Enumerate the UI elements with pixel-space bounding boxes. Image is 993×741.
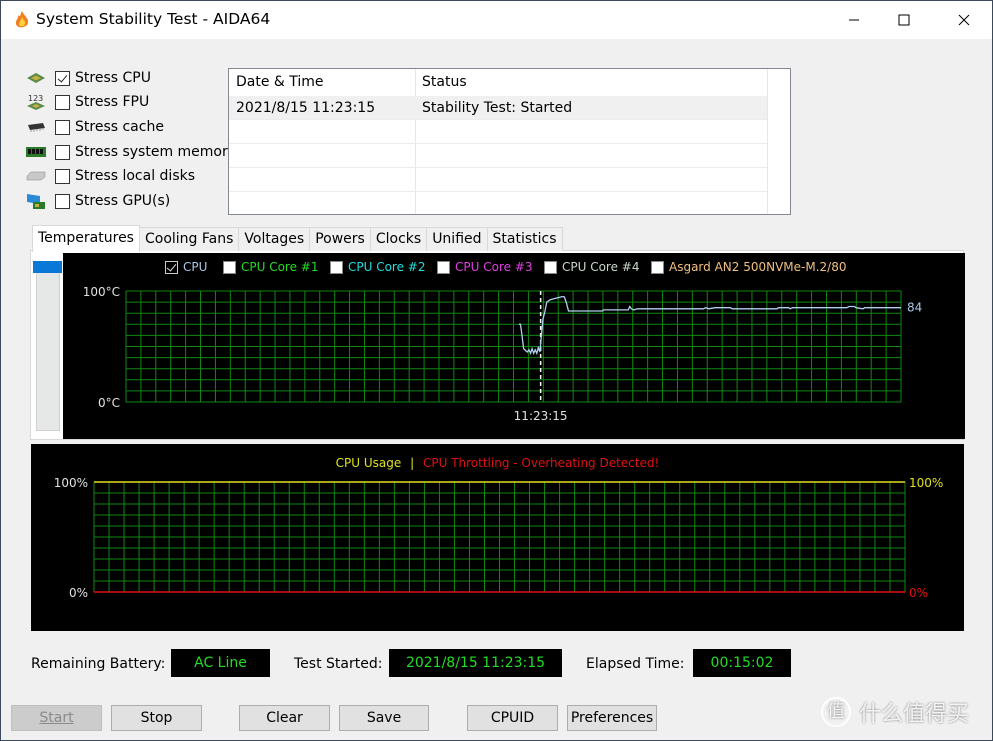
stress-disks-checkbox[interactable] xyxy=(55,168,70,184)
test-started-label: Test Started: xyxy=(294,656,383,672)
tab-unified[interactable]: Unified xyxy=(426,227,488,251)
stress-gpu-checkbox[interactable] xyxy=(55,193,70,209)
tab-powers[interactable]: Powers xyxy=(309,227,371,251)
stress-gpu-label: Stress GPU(s) xyxy=(75,193,171,209)
log-row[interactable]: 2021/8/15 11:23:15 Stability Test: Start… xyxy=(229,96,767,120)
column-header-datetime[interactable]: Date & Time xyxy=(229,69,415,96)
stop-button-label: Stop xyxy=(140,710,173,726)
stress-cpu-option[interactable]: Stress CPU xyxy=(25,67,151,89)
log-status: Stability Test: Started xyxy=(422,100,573,116)
test-started-value: 2021/8/15 11:23:15 xyxy=(389,649,562,677)
client-area: Stress CPU 123 Stress FPU Stress cache S… xyxy=(1,39,992,740)
column-header-status[interactable]: Status xyxy=(415,69,767,96)
stress-memory-label: Stress system memory xyxy=(75,144,237,160)
stress-gpu-option[interactable]: Stress GPU(s) xyxy=(25,190,170,212)
close-button[interactable] xyxy=(941,1,987,39)
chart-scrollbar[interactable] xyxy=(36,261,60,431)
temperature-plot: 100°C 0°C 11:23:15 84 xyxy=(83,285,923,423)
stress-memory-checkbox[interactable] xyxy=(55,144,70,160)
battery-label: Remaining Battery: xyxy=(31,656,166,672)
cpuid-button-label: CPUID xyxy=(490,710,535,726)
tab-voltages[interactable]: Voltages xyxy=(238,227,311,251)
stress-cpu-checkbox[interactable] xyxy=(55,70,70,86)
stress-cache-option[interactable]: Stress cache xyxy=(25,116,164,138)
watermark: 值 什么值得买 xyxy=(821,696,969,728)
tab-statistics[interactable]: Statistics xyxy=(486,227,563,251)
watermark-text: 什么值得买 xyxy=(859,702,970,727)
event-log-list[interactable]: Date & Time Status 2021/8/15 11:23:15 St… xyxy=(228,68,791,215)
disk-drive-icon xyxy=(25,167,47,185)
chart-scrollbar-thumb[interactable] xyxy=(33,261,62,273)
stress-fpu-option[interactable]: 123 Stress FPU xyxy=(25,91,149,113)
y-tick-label: 100°C xyxy=(83,285,120,299)
save-button-label: Save xyxy=(366,710,402,726)
elapsed-time-value: 00:15:02 xyxy=(693,649,791,677)
battery-value: AC Line xyxy=(171,649,270,677)
svg-text:123: 123 xyxy=(28,94,43,103)
temperature-chart: CPU CPU Core #1 CPU Core #2 CPU Core #3 … xyxy=(63,253,965,439)
stress-cache-checkbox[interactable] xyxy=(55,119,70,135)
stress-fpu-label: Stress FPU xyxy=(75,94,150,110)
minimize-button[interactable] xyxy=(831,1,877,39)
log-row[interactable] xyxy=(229,192,767,216)
y-tick-label-left: 0% xyxy=(69,586,88,600)
column-divider xyxy=(767,69,768,214)
start-button-label: Start xyxy=(39,710,74,726)
aida64-window: System Stability Test - AIDA64 Stress CP… xyxy=(0,0,993,741)
zhi-logo-icon: 值 xyxy=(821,697,851,727)
stress-memory-option[interactable]: Stress system memory xyxy=(25,141,236,163)
log-row[interactable] xyxy=(229,168,767,192)
save-button[interactable]: Save xyxy=(339,705,429,731)
preferences-button[interactable]: Preferences xyxy=(567,705,657,731)
series-line-cpu xyxy=(518,295,901,356)
gpu-card-icon xyxy=(25,192,47,210)
stress-fpu-checkbox[interactable] xyxy=(55,94,70,110)
start-button[interactable]: Start xyxy=(11,705,102,731)
y-tick-label-right: 100% xyxy=(909,476,943,490)
tab-temperatures[interactable]: Temperatures xyxy=(32,225,140,252)
y-tick-label: 0°C xyxy=(98,396,120,410)
stress-disks-label: Stress local disks xyxy=(75,168,196,184)
stress-disks-option[interactable]: Stress local disks xyxy=(25,165,195,187)
maximize-button[interactable] xyxy=(881,1,927,39)
window-title: System Stability Test - AIDA64 xyxy=(36,10,271,28)
cache-chip-icon xyxy=(25,118,47,136)
maximize-icon xyxy=(898,14,910,26)
y-tick-label-right: 0% xyxy=(909,586,928,600)
title-bar[interactable]: System Stability Test - AIDA64 xyxy=(1,1,992,39)
preferences-button-label: Preferences xyxy=(570,710,654,726)
minimize-icon xyxy=(849,19,859,21)
cpu-usage-chart: CPU Usage | CPU Throttling - Overheating… xyxy=(31,444,964,631)
stress-cpu-label: Stress CPU xyxy=(75,70,151,86)
log-datetime: 2021/8/15 11:23:15 xyxy=(236,100,376,116)
stop-button[interactable]: Stop xyxy=(111,705,202,731)
memory-module-icon xyxy=(25,143,47,161)
clear-button-label: Clear xyxy=(266,710,303,726)
clear-button[interactable]: Clear xyxy=(239,705,330,731)
sensor-tabs: Temperatures Cooling Fans Voltages Power… xyxy=(32,225,563,252)
tab-cooling-fans[interactable]: Cooling Fans xyxy=(138,227,240,251)
cpu-chip-icon xyxy=(25,69,47,87)
usage-plot: 100% 0% 100% 0% xyxy=(54,476,944,600)
fpu-chip-icon: 123 xyxy=(25,93,47,111)
x-marker-label: 11:23:15 xyxy=(514,409,568,423)
close-icon xyxy=(958,14,970,26)
stress-cache-label: Stress cache xyxy=(75,119,164,135)
y-tick-label-left: 100% xyxy=(54,476,88,490)
current-value-label: 84 xyxy=(907,301,922,315)
elapsed-time-label: Elapsed Time: xyxy=(586,656,685,672)
tab-clocks[interactable]: Clocks xyxy=(369,227,428,251)
log-row[interactable] xyxy=(229,120,767,144)
cpuid-button[interactable]: CPUID xyxy=(467,705,558,731)
log-row[interactable] xyxy=(229,144,767,168)
aida64-flame-icon xyxy=(15,11,29,28)
